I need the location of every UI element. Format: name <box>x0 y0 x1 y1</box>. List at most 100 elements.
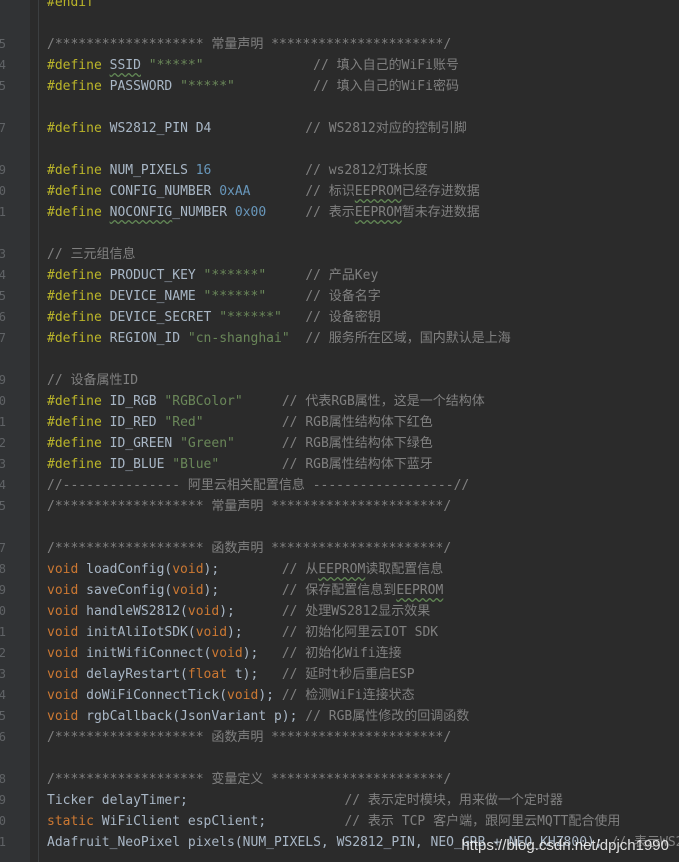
code-token: EEPROM <box>318 562 366 577</box>
code-line[interactable]: 0 #define CONFIG_NUMBER 0xAA // 标识EEPROM已… <box>0 181 679 202</box>
line-number: 0 <box>0 394 6 408</box>
code-line[interactable]: 1 #define ID_RED "Red" // RGB属性结构体下红色 <box>0 412 679 433</box>
code-token: PASSWORD <box>109 79 181 94</box>
code-line[interactable]: 3 // 三元组信息 <box>0 244 679 265</box>
code-token: DEVICE_NAME <box>109 289 204 304</box>
code-token: void <box>47 646 87 661</box>
code-token: // 设备密钥 <box>305 310 381 325</box>
line-code: void saveConfig(void); // 保存配置信息到EEPROM <box>47 580 443 601</box>
code-line[interactable] <box>0 223 679 244</box>
code-token: ); <box>242 646 259 661</box>
line-code: #define NUM_PIXELS 16 // ws2812灯珠长度 <box>47 160 428 181</box>
code-line[interactable]: 8 /******************* 变量定义 *************… <box>0 769 679 790</box>
code-line[interactable] <box>0 517 679 538</box>
code-line[interactable]: 2 void initWifiConnect(void); // 初始化Wifi连… <box>0 643 679 664</box>
line-code: #define PRODUCT_KEY "******" // 产品Key <box>47 265 378 286</box>
code-line[interactable]: 0 #define ID_RGB "RGBColor" // 代表RGB属性，这是… <box>0 391 679 412</box>
code-line[interactable] <box>0 748 679 769</box>
code-line[interactable]: 1 void initAliIotSDK(void); // 初始化阿里云IOT … <box>0 622 679 643</box>
code-line[interactable]: 7 #define WS2812_PIN D4 // WS2812对应的控制引脚 <box>0 118 679 139</box>
code-token: EEPROM <box>354 184 402 199</box>
code-line[interactable]: 1 #define NOCONFIG_NUMBER 0x00 // 表示EEPRO… <box>0 202 679 223</box>
code-line[interactable]: 3 void delayRestart(float t); // 延时t秒后重启E… <box>0 664 679 685</box>
code-line[interactable] <box>0 139 679 160</box>
code-token: // 从 <box>281 562 319 577</box>
code-token: /******************* 函数声明 **************… <box>47 541 452 556</box>
code-line[interactable]: 2 #define ID_GREEN "Green" // RGB属性结构体下绿色 <box>0 433 679 454</box>
line-number: 2 <box>0 436 6 450</box>
code-line[interactable]: 4 #define PRODUCT_KEY "******" // 产品Key <box>0 265 679 286</box>
code-line[interactable]: 4 void doWiFiConnectTick(void); // 检测WiFi… <box>0 685 679 706</box>
code-line[interactable]: 4 //--------------- 阿里云相关配置信息 -----------… <box>0 475 679 496</box>
line-number: 7 <box>0 331 6 345</box>
code-line[interactable]: 9 Ticker delayTimer; // 表示定时模块，用来做一个定时器 <box>0 790 679 811</box>
code-line[interactable]: 4 #define SSID "*****" // 填入自己的WiFi账号 <box>0 55 679 76</box>
code-line[interactable]: 9 void saveConfig(void); // 保存配置信息到EEPROM <box>0 580 679 601</box>
code-editor[interactable]: #endif 5 /******************* 常量声明 *******… <box>0 0 679 862</box>
code-line[interactable]: 6 /******************* 函数声明 *************… <box>0 727 679 748</box>
code-line[interactable]: 9 // 设备属性ID <box>0 370 679 391</box>
line-code: #define DEVICE_NAME "******" // 设备名字 <box>47 286 381 307</box>
code-lines: #endif 5 /******************* 常量声明 *******… <box>0 0 679 853</box>
code-line[interactable]: 5 /******************* 常量声明 *************… <box>0 496 679 517</box>
code-token: void <box>172 583 204 598</box>
line-code: #define REGION_ID "cn-shanghai" // 服务所在区… <box>47 328 511 349</box>
code-token: // 填入自己的WiFi密码 <box>313 79 459 94</box>
code-line[interactable]: 7 /******************* 函数声明 *************… <box>0 538 679 559</box>
code-token: void <box>47 583 87 598</box>
line-number: 4 <box>0 58 6 72</box>
line-number: 1 <box>0 625 6 639</box>
code-line[interactable]: 5 void rgbCallback(JsonVariant p); // RGB… <box>0 706 679 727</box>
code-token: // 保存配置信息到 <box>281 583 397 598</box>
code-token: #define <box>47 79 110 94</box>
code-line[interactable]: 0 void handleWS2812(void); // 处理WS2812显示效… <box>0 601 679 622</box>
line-number: 1 <box>0 415 6 429</box>
line-code: static WiFiClient espClient; // 表示 TCP 客… <box>47 811 620 832</box>
code-line[interactable]: 9 #define NUM_PIXELS 16 // ws2812灯珠长度 <box>0 160 679 181</box>
code-token: // 产品Key <box>305 268 379 283</box>
line-code: #define ID_RED "Red" // RGB属性结构体下红色 <box>47 412 433 433</box>
code-token: #define <box>47 310 110 325</box>
code-line[interactable]: 7 #define REGION_ID "cn-shanghai" // 服务所在… <box>0 328 679 349</box>
code-token: ); <box>227 625 243 640</box>
code-line[interactable]: 0 static WiFiClient espClient; // 表示 TCP … <box>0 811 679 832</box>
code-token: void <box>211 646 243 661</box>
code-line[interactable] <box>0 349 679 370</box>
code-token: float <box>187 667 235 682</box>
code-token: "Blue" <box>172 457 220 472</box>
code-line[interactable] <box>0 97 679 118</box>
line-number: 5 <box>0 499 6 513</box>
line-number: 9 <box>0 373 6 387</box>
code-token: delayRestart( <box>86 667 188 682</box>
code-token: void <box>47 688 87 703</box>
code-line[interactable]: #endif <box>0 0 679 13</box>
line-code: /******************* 函数声明 **************… <box>47 538 451 559</box>
code-line[interactable]: 5 #define DEVICE_NAME "******" // 设备名字 <box>0 286 679 307</box>
code-token: #define <box>47 331 110 346</box>
code-token: // 设备属性ID <box>47 373 139 388</box>
code-line[interactable]: 5 /******************* 常量声明 *************… <box>0 34 679 55</box>
code-token: "Red" <box>164 415 204 430</box>
code-token: #define <box>47 415 110 430</box>
line-number: 5 <box>0 37 6 51</box>
line-code: #define ID_BLUE "Blue" // RGB属性结构体下蓝牙 <box>47 454 433 475</box>
code-line[interactable] <box>0 13 679 34</box>
code-line[interactable]: 5 #define PASSWORD "*****" // 填入自己的WiFi密码 <box>0 76 679 97</box>
code-line[interactable]: 3 #define ID_BLUE "Blue" // RGB属性结构体下蓝牙 <box>0 454 679 475</box>
code-token: // 设备名字 <box>305 289 381 304</box>
code-token: ); <box>203 562 220 577</box>
code-line[interactable]: 8 void loadConfig(void); // 从EEPROM读取配置信息 <box>0 559 679 580</box>
line-number: 4 <box>0 478 6 492</box>
line-number: 6 <box>0 310 6 324</box>
code-line[interactable]: 6 #define DEVICE_SECRET "******" // 设备密钥 <box>0 307 679 328</box>
